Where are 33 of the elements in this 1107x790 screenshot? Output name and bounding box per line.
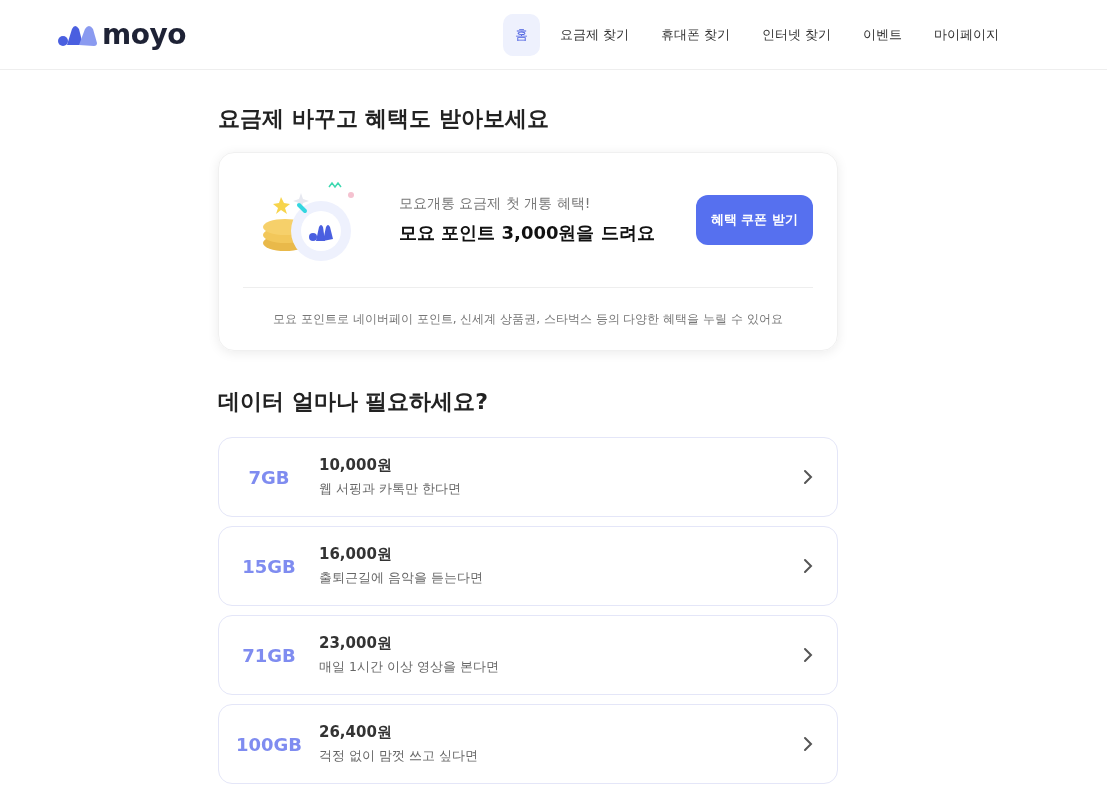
plan-description: 웹 서핑과 카톡만 한다면 [319,481,462,498]
plan-price: 26,400원 [319,723,393,742]
plan-card[interactable]: 15GB 16,000원 출퇴근길에 음악을 듣는다면 [218,526,838,606]
promo-subtitle: 모요개통 요금제 첫 개통 혜택! [399,195,592,213]
plan-price: 10,000원 [319,456,393,475]
plan-description: 걱정 없이 맘껏 쓰고 싶다면 [319,748,479,765]
plan-card[interactable]: 100GB 26,400원 걱정 없이 맘껏 쓰고 싶다면 [218,704,838,784]
nav-tab[interactable]: 이벤트 [851,13,915,56]
plan-description: 매일 1시간 이상 영상을 본다면 [319,659,500,676]
chevron-right-icon [803,736,813,752]
chevron-right-icon [803,558,813,574]
nav-tab[interactable]: 휴대폰 찾기 [649,13,743,56]
promo-title: 모요 포인트 3,000원을 드려요 [399,221,656,245]
promo-note: 모요 포인트로 네이버페이 포인트, 신세계 상품권, 스타벅스 등의 다양한 혜택을 누릴 수 있어요 [273,310,783,328]
chevron-right-icon [803,469,813,485]
chevron-right-icon [803,647,813,663]
nav-tab[interactable]: 마이페이지 [922,13,1012,56]
plan-price: 16,000원 [319,545,393,564]
data-amount: 15GB [241,555,297,577]
section-heading: 데이터 얼마나 필요하세요? [218,388,490,416]
plan-description: 출퇴근길에 음악을 듣는다면 [319,570,484,587]
coupon-button[interactable]: 혜택 쿠폰 받기 [695,195,813,245]
nav-tab[interactable]: 요금제 찾기 [547,13,642,56]
data-amount: 71GB [241,644,297,666]
plan-card[interactable]: 7GB 10,000원 웹 서핑과 카톡만 한다면 [218,437,838,517]
data-amount: 7GB [247,466,291,488]
data-amount: 100GB [234,733,304,755]
nav-tab[interactable]: 인터넷 찾기 [750,13,844,56]
plan-card[interactable]: 71GB 23,000원 매일 1시간 이상 영상을 본다면 [218,615,838,695]
section-heading: 요금제 바꾸고 혜택도 받아보세요 [218,105,550,133]
logo-text: moyo [102,18,186,51]
nav-tab[interactable]: 홈 [502,13,540,56]
plan-price: 23,000원 [319,634,393,653]
